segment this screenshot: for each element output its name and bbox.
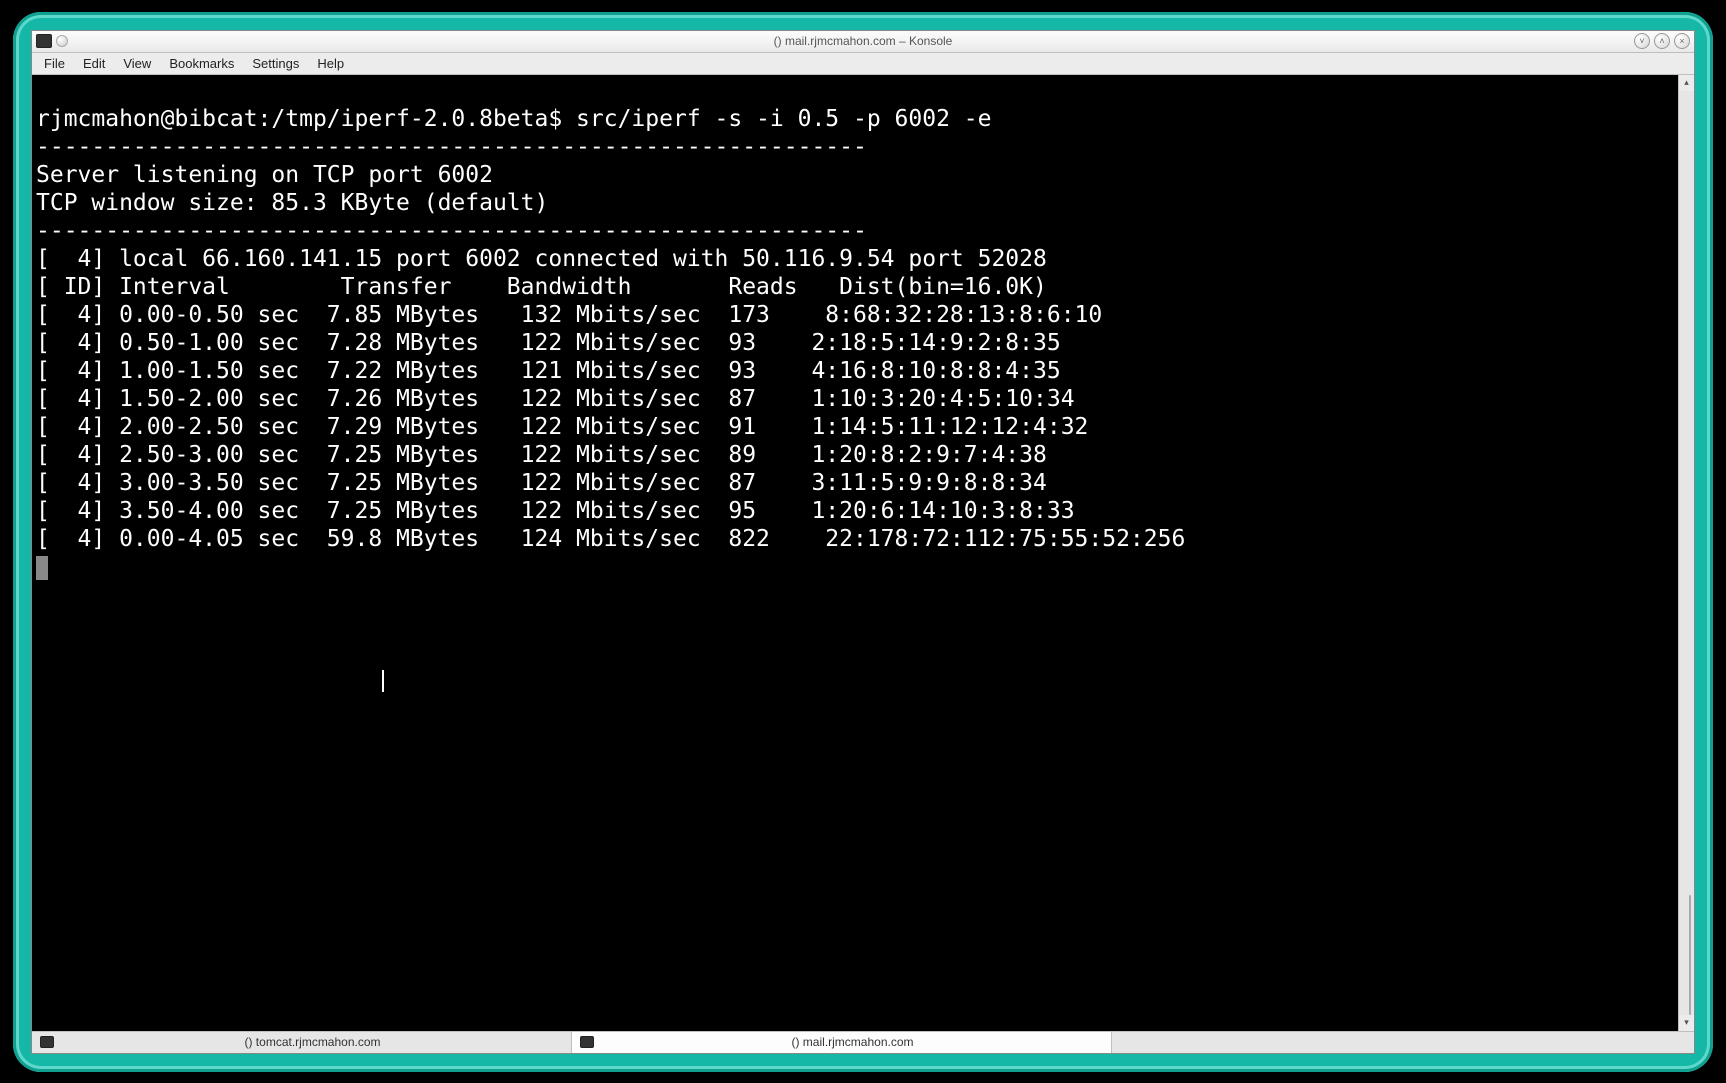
session-indicator-icon <box>56 35 68 47</box>
listen-line: Server listening on TCP port 6002 <box>36 162 493 188</box>
terminal-area: rjmcmahon@bibcat:/tmp/iperf-2.0.8beta$ s… <box>32 75 1694 1031</box>
winsize-line: TCP window size: 85.3 KByte (default) <box>36 190 548 216</box>
window-frame: () mail.rjmcmahon.com – Konsole ˅ ˄ × Fi… <box>13 12 1713 1072</box>
blank-line <box>36 582 50 608</box>
data-row: [ 4] 2.50-3.00 sec 7.25 MBytes 122 Mbits… <box>36 442 1047 468</box>
terminal-icon <box>40 1036 54 1048</box>
data-row: [ 4] 2.00-2.50 sec 7.29 MBytes 122 Mbits… <box>36 414 1088 440</box>
blank-line <box>36 610 50 636</box>
tab-mail[interactable]: () mail.rjmcmahon.com <box>572 1032 1112 1053</box>
titlebar-controls: ˅ ˄ × <box>1634 33 1694 49</box>
menu-settings[interactable]: Settings <box>244 54 307 73</box>
tab-label: () mail.rjmcmahon.com <box>602 1035 1103 1049</box>
menubar: File Edit View Bookmarks Settings Help <box>32 53 1694 75</box>
window-title: () mail.rjmcmahon.com – Konsole <box>32 34 1694 48</box>
maximize-button[interactable]: ˄ <box>1654 33 1670 49</box>
command: src/iperf -s -i 0.5 -p 6002 -e <box>576 106 991 132</box>
terminal-icon <box>580 1036 594 1048</box>
header-line: [ ID] Interval Transfer Bandwidth Reads … <box>36 274 1047 300</box>
prompt-line: rjmcmahon@bibcat:/tmp/iperf-2.0.8beta$ s… <box>36 106 991 132</box>
menu-help[interactable]: Help <box>309 54 352 73</box>
close-button[interactable]: × <box>1674 33 1690 49</box>
menu-edit[interactable]: Edit <box>75 54 113 73</box>
app-icon <box>36 34 52 48</box>
data-row: [ 4] 0.00-0.50 sec 7.85 MBytes 132 Mbits… <box>36 302 1102 328</box>
blank-line <box>36 638 50 664</box>
ibeam-cursor-icon <box>382 670 384 692</box>
titlebar-left <box>32 34 68 48</box>
menu-file[interactable]: File <box>36 54 73 73</box>
data-row: [ 4] 0.00-4.05 sec 59.8 MBytes 124 Mbits… <box>36 526 1185 552</box>
prompt: rjmcmahon@bibcat:/tmp/iperf-2.0.8beta$ <box>36 106 576 132</box>
connection-line: [ 4] local 66.160.141.15 port 6002 conne… <box>36 246 1047 272</box>
data-row: [ 4] 1.50-2.00 sec 7.26 MBytes 122 Mbits… <box>36 386 1075 412</box>
scrollbar[interactable]: ▴ ▾ <box>1678 75 1694 1031</box>
text-cursor-line <box>36 666 384 692</box>
titlebar[interactable]: () mail.rjmcmahon.com – Konsole ˅ ˄ × <box>32 31 1694 53</box>
desktop: () mail.rjmcmahon.com – Konsole ˅ ˄ × Fi… <box>0 0 1726 1083</box>
data-row: [ 4] 3.50-4.00 sec 7.25 MBytes 122 Mbits… <box>36 498 1075 524</box>
cursor-line <box>36 554 48 580</box>
data-row: [ 4] 1.00-1.50 sec 7.22 MBytes 121 Mbits… <box>36 358 1061 384</box>
minimize-button[interactable]: ˅ <box>1634 33 1650 49</box>
terminal[interactable]: rjmcmahon@bibcat:/tmp/iperf-2.0.8beta$ s… <box>32 75 1678 1031</box>
menu-view[interactable]: View <box>115 54 159 73</box>
menu-bookmarks[interactable]: Bookmarks <box>161 54 242 73</box>
konsole-window: () mail.rjmcmahon.com – Konsole ˅ ˄ × Fi… <box>31 30 1695 1054</box>
block-cursor-icon <box>36 556 48 580</box>
separator-line: ----------------------------------------… <box>36 134 867 160</box>
tab-tomcat[interactable]: () tomcat.rjmcmahon.com <box>32 1032 572 1053</box>
data-row: [ 4] 3.00-3.50 sec 7.25 MBytes 122 Mbits… <box>36 470 1047 496</box>
scroll-up-button[interactable]: ▴ <box>1679 75 1694 91</box>
tab-label: () tomcat.rjmcmahon.com <box>62 1035 563 1049</box>
scroll-down-button[interactable]: ▾ <box>1679 1015 1694 1031</box>
data-row: [ 4] 0.50-1.00 sec 7.28 MBytes 122 Mbits… <box>36 330 1061 356</box>
scroll-thumb[interactable] <box>1689 895 1691 1015</box>
tabbar: () tomcat.rjmcmahon.com () mail.rjmcmaho… <box>32 1031 1694 1053</box>
separator-line: ----------------------------------------… <box>36 218 867 244</box>
